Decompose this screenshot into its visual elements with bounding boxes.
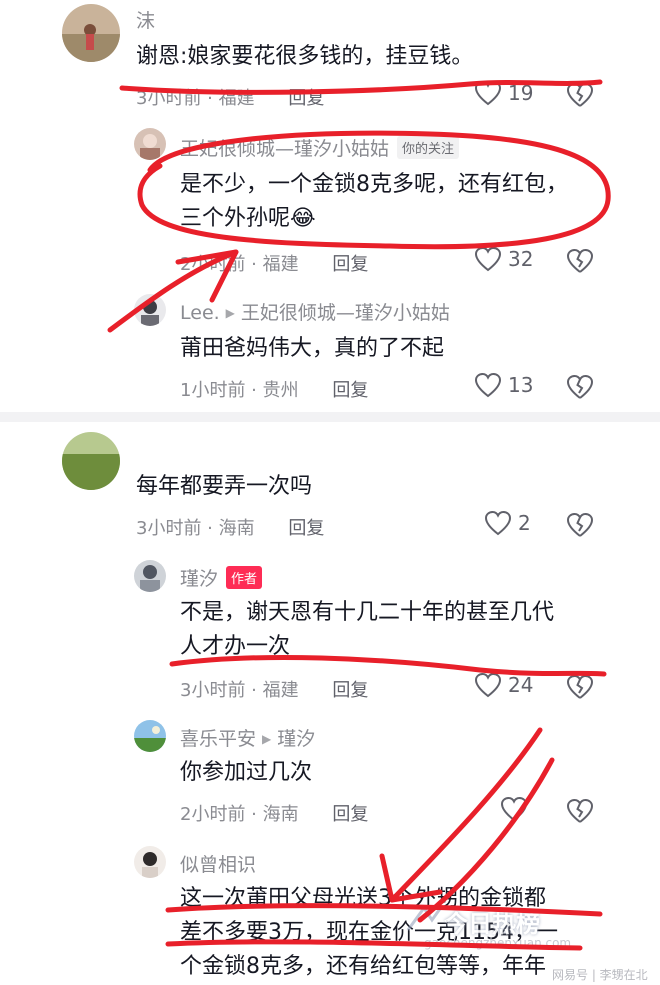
- broken-heart-icon[interactable]: [566, 798, 594, 824]
- comment-line: 不是，谢天恩有十几二十年的甚至几代: [180, 600, 555, 625]
- comment-text: 谢恩:娘家要花很多钱的，挂豆钱。: [136, 44, 474, 69]
- commenter-name[interactable]: 似曾相识: [180, 850, 256, 877]
- like-button[interactable]: [500, 796, 528, 822]
- comment-meta: 3小时前 · 福建 回复: [180, 680, 369, 701]
- like-count: 24: [508, 673, 534, 697]
- broken-heart-icon[interactable]: [566, 248, 594, 274]
- like-button[interactable]: 32: [474, 246, 533, 272]
- reply-button[interactable]: 回复: [332, 680, 368, 701]
- commenter-name-text[interactable]: 王妃很倾城—瑾汐小姑姑: [180, 138, 389, 160]
- comment-meta: 2小时前 · 福建 回复: [180, 254, 369, 275]
- like-button[interactable]: 2: [484, 510, 531, 536]
- like-button[interactable]: 13: [474, 372, 533, 398]
- watermark-url: gaochengzhenxuan.com: [424, 936, 572, 950]
- comment-meta: 3小时前 · 海南 回复: [136, 518, 325, 539]
- broken-heart-icon[interactable]: [566, 674, 594, 700]
- comment-location: 海南: [218, 518, 255, 539]
- commenter-name[interactable]: Lee. ▶ 王妃很倾城—瑾汐小姑姑: [180, 298, 450, 325]
- like-count: 13: [508, 373, 534, 397]
- comment-time: 2小时前: [180, 254, 246, 275]
- following-tag: 你的关注: [397, 136, 460, 159]
- comment-meta: 2小时前 · 海南 回复: [180, 804, 369, 825]
- heart-icon: [474, 372, 502, 398]
- commenter-name-text[interactable]: 瑾汐: [180, 568, 218, 590]
- reply-to-name[interactable]: 王妃很倾城—瑾汐小姑姑: [241, 302, 450, 324]
- comment-time: 3小时前: [136, 518, 202, 539]
- reply-button[interactable]: 回复: [332, 380, 368, 401]
- broken-heart-icon[interactable]: [566, 82, 594, 108]
- comment-time: 3小时前: [136, 88, 202, 109]
- reply-button[interactable]: 回复: [332, 254, 368, 275]
- comment-text: 每年都要弄一次吗: [136, 474, 313, 499]
- like-count: 2: [518, 511, 531, 535]
- comment-line: 人才办一次: [180, 634, 291, 659]
- reply-button[interactable]: 回复: [288, 88, 324, 109]
- heart-icon: [474, 80, 502, 106]
- commenter-name[interactable]: 瑾汐 作者: [180, 564, 263, 591]
- broken-heart-icon[interactable]: [566, 512, 594, 538]
- like-count: 19: [508, 81, 534, 105]
- avatar[interactable]: [134, 294, 166, 326]
- watermark-source: 网易号 | 李甥在北漂: [548, 966, 660, 985]
- comment-line: 个金锁8克多，还有给红包等等，年年: [180, 954, 546, 979]
- comment-meta: 3小时前 · 福建 回复: [136, 88, 325, 109]
- comment-text: 是不少，一个金锁8克多呢，还有红包， 三个外孙呢😂: [180, 168, 568, 236]
- like-button[interactable]: 19: [474, 80, 533, 106]
- avatar[interactable]: [134, 720, 166, 752]
- avatar[interactable]: [134, 846, 166, 878]
- comment-location: 福建: [218, 88, 255, 109]
- like-button[interactable]: 24: [474, 672, 533, 698]
- comment-line: 三个外孙呢😂: [180, 206, 316, 231]
- broken-heart-icon[interactable]: [566, 374, 594, 400]
- avatar[interactable]: [134, 128, 166, 160]
- commenter-name-text[interactable]: 喜乐平安: [180, 728, 256, 750]
- comment-line: 是不少，一个金锁8克多呢，还有红包，: [180, 172, 568, 197]
- like-count: 32: [508, 247, 534, 271]
- comment-text: 莆田爸妈伟大，真的了不起: [180, 336, 445, 361]
- author-tag: 作者: [226, 566, 263, 589]
- avatar[interactable]: [62, 432, 120, 490]
- reply-arrow-icon: ▶: [262, 732, 272, 746]
- commenter-name-text[interactable]: Lee.: [180, 302, 220, 324]
- avatar[interactable]: [134, 560, 166, 592]
- comment-time: 3小时前: [180, 680, 246, 701]
- comment-meta: 1小时前 · 贵州 回复: [180, 380, 369, 401]
- reply-button[interactable]: 回复: [288, 518, 324, 539]
- heart-icon: [474, 246, 502, 272]
- avatar[interactable]: [62, 4, 120, 62]
- comment-time: 1小时前: [180, 380, 246, 401]
- heart-icon: [484, 510, 512, 536]
- comment-location: 福建: [262, 680, 299, 701]
- reply-arrow-icon: ▶: [225, 306, 235, 320]
- comment-location: 贵州: [262, 380, 299, 401]
- comment-time: 2小时前: [180, 804, 246, 825]
- heart-icon: [474, 672, 502, 698]
- commenter-name[interactable]: 喜乐平安 ▶ 瑾汐: [180, 724, 315, 751]
- screenshot-divider: [0, 412, 660, 422]
- comment-text: 不是，谢天恩有十几二十年的甚至几代 人才办一次: [180, 596, 554, 664]
- watermark-logo-text: 今日热榜: [444, 910, 540, 938]
- commenter-name[interactable]: 沫: [136, 6, 155, 33]
- comment-text: 你参加过几次: [180, 760, 313, 785]
- reply-to-name[interactable]: 瑾汐: [277, 728, 315, 750]
- comment-location: 海南: [262, 804, 299, 825]
- comment-location: 福建: [262, 254, 299, 275]
- heart-icon: [500, 796, 528, 822]
- commenter-name[interactable]: 王妃很倾城—瑾汐小姑姑 你的关注: [180, 134, 460, 161]
- reply-button[interactable]: 回复: [332, 804, 368, 825]
